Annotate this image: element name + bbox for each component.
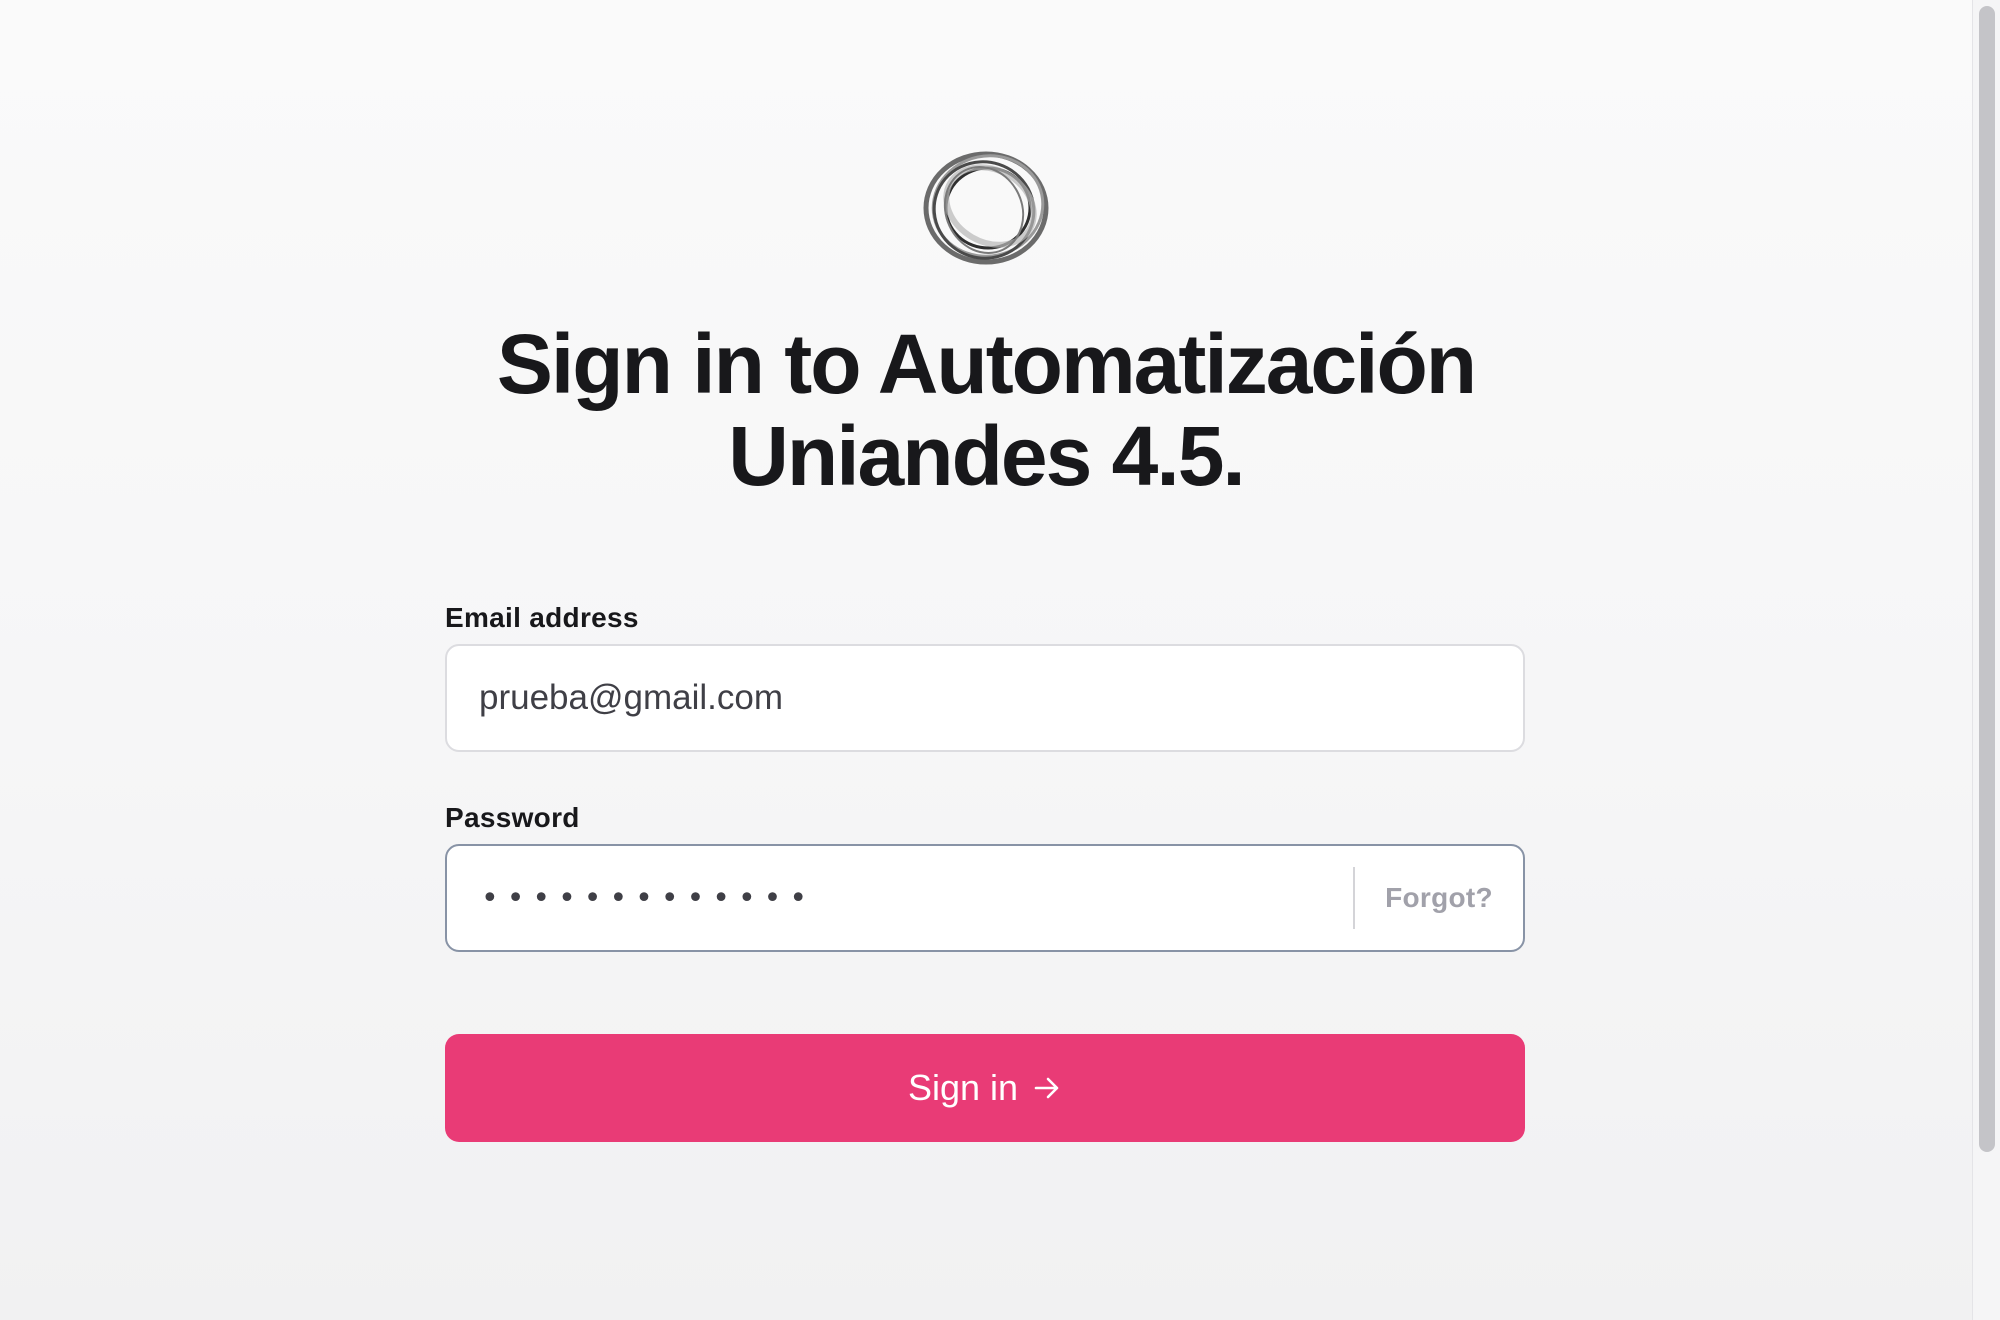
scrollbar-thumb[interactable] xyxy=(1979,6,1995,1152)
sign-in-page: Sign in to Automatización Uniandes 4.5. … xyxy=(0,0,1972,1320)
password-field[interactable] xyxy=(447,846,1353,950)
vertical-scrollbar[interactable] xyxy=(1972,0,2000,1320)
sign-in-button-label: Sign in xyxy=(907,1067,1019,1108)
sign-in-form: Email address Password Forgot? Sign in xyxy=(445,598,1525,1142)
email-label: Email address xyxy=(445,602,639,633)
sign-in-button[interactable]: Sign in xyxy=(445,1034,1525,1142)
email-field-container xyxy=(445,644,1525,752)
ring-logo-icon xyxy=(923,151,1049,265)
page-title-line-1: Sign in to Automatización xyxy=(496,317,1477,411)
password-field-container: Forgot? xyxy=(445,844,1525,952)
page-title-line-2: Uniandes 4.5. xyxy=(728,409,1246,503)
forgot-password-link[interactable]: Forgot? xyxy=(1355,882,1523,914)
page-title: Sign in to Automatización Uniandes 4.5. xyxy=(400,318,1572,502)
password-label: Password xyxy=(445,802,580,833)
email-field[interactable] xyxy=(447,646,1523,750)
arrow-right-icon xyxy=(1034,1077,1059,1099)
